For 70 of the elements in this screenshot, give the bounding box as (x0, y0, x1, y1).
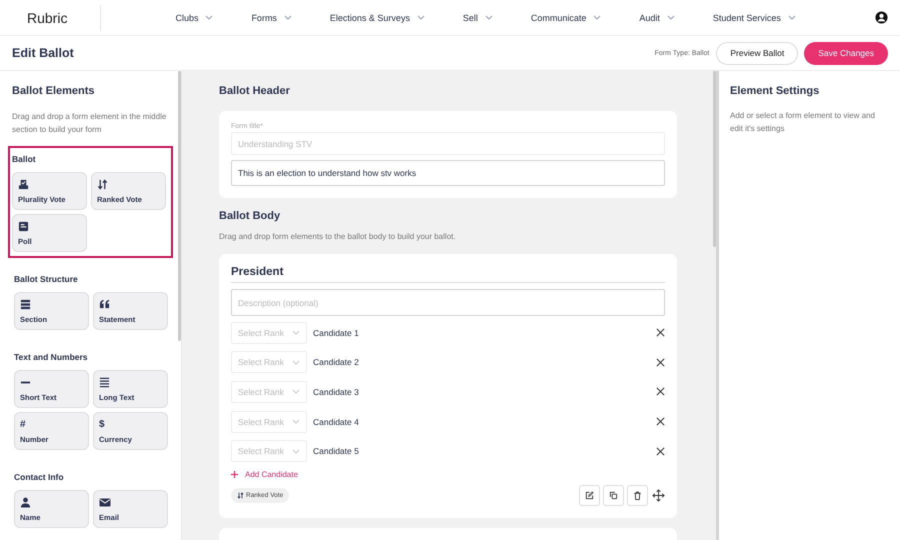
user-avatar-icon[interactable] (875, 11, 888, 24)
nav-menu-item[interactable]: Student Services (712, 12, 796, 22)
close-icon[interactable] (656, 417, 665, 426)
chevron-down-icon (593, 15, 602, 20)
section-title: Ballot Header (219, 85, 291, 97)
symbol-icon: # (20, 418, 83, 430)
stacked-bars-icon (20, 298, 31, 310)
duplicate-button[interactable] (603, 484, 624, 506)
close-icon[interactable] (656, 358, 665, 367)
form-title-field[interactable]: Understanding STV (231, 132, 665, 155)
candidate-name: Candidate 1 (313, 328, 360, 338)
edit-icon (585, 490, 594, 500)
sort-arrows-icon (97, 178, 108, 190)
scrollbar[interactable] (178, 71, 181, 341)
section-description: Drag and drop form elements to the ballot body to build your ballot. (219, 232, 457, 241)
ballot-box-icon (18, 178, 29, 190)
delete-button[interactable] (627, 484, 648, 506)
group-title: Text and Numbers (14, 352, 89, 362)
nav-menu-item[interactable]: Audit (639, 12, 675, 22)
add-candidate-link[interactable]: Add Candidate (231, 470, 298, 479)
trash-icon (633, 490, 642, 500)
poll-icon (18, 220, 29, 232)
chevron-down-icon (788, 15, 796, 20)
preview-button[interactable]: Preview Ballot (716, 42, 798, 64)
nav-menu-item[interactable]: Sell (462, 12, 493, 22)
chevron-down-icon (484, 15, 493, 20)
chevron-down-icon (292, 448, 300, 454)
panel-title: Ballot Elements (12, 85, 96, 97)
sort-arrows-icon (237, 492, 244, 499)
plus-icon (231, 470, 238, 478)
quote-icon (99, 298, 110, 310)
copy-icon (609, 490, 618, 500)
symbol-icon: $ (99, 418, 162, 430)
nav-menu-item[interactable]: Elections & Surveys (330, 12, 425, 22)
page-title: Edit Ballot (12, 46, 75, 60)
person-icon (20, 496, 31, 508)
panel-title: Element Settings (730, 85, 820, 97)
nav-menu-item[interactable]: Communicate (530, 12, 602, 22)
chevron-down-icon (666, 15, 675, 20)
envelope-icon (99, 496, 111, 508)
save-button[interactable]: Save Changes (804, 42, 888, 64)
group-title: Contact Info (14, 472, 65, 482)
chevron-down-icon (292, 330, 300, 336)
chevron-down-icon (292, 360, 300, 365)
nav-menu-item[interactable]: Clubs (175, 12, 214, 22)
nav-menu-item[interactable]: Forms (251, 12, 292, 22)
group-title: Ballot (12, 154, 37, 164)
candidate-name: Candidate 4 (313, 416, 360, 427)
description-field[interactable]: This is an election to understand how stv works (231, 160, 665, 186)
panel-description: Drag and drop a form element in the middle section to build your form (12, 111, 168, 136)
chevron-down-icon (205, 15, 214, 20)
candidate-name: Candidate 3 (313, 386, 360, 397)
section-title: Ballot Body (219, 210, 282, 222)
chevron-down-icon (292, 419, 300, 424)
chevron-down-icon (416, 15, 425, 20)
close-icon[interactable] (656, 328, 665, 338)
candidate-name: Candidate 2 (313, 357, 360, 368)
app-logo[interactable]: Rubric (27, 4, 102, 30)
move-icon[interactable] (652, 488, 665, 502)
panel-description: Add or select a form element to view and edit it's settings (730, 110, 876, 135)
description-field[interactable]: Description (optional) (231, 289, 665, 316)
close-icon[interactable] (656, 446, 665, 456)
chevron-down-icon (292, 389, 300, 394)
group-title: Ballot Structure (14, 274, 79, 284)
close-icon[interactable] (656, 387, 665, 396)
edit-button[interactable] (579, 484, 600, 506)
chevron-down-icon (284, 15, 292, 20)
candidate-name: Candidate 5 (313, 446, 360, 456)
lines-icon (99, 376, 110, 388)
question-title: President (231, 266, 665, 283)
